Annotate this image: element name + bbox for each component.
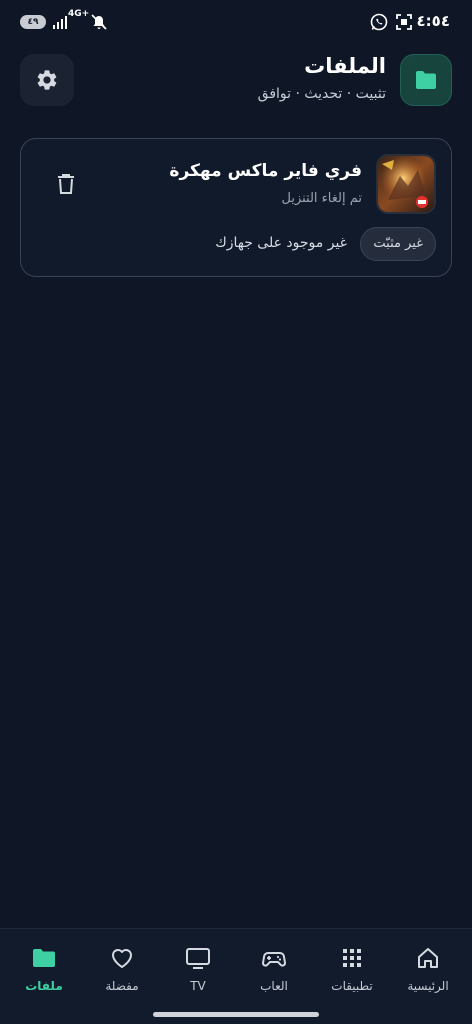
nav-item-apps[interactable]: تطبيقات (314, 943, 390, 1009)
signal-icon (53, 16, 67, 29)
gamepad-icon (262, 952, 286, 967)
tv-icon (186, 948, 210, 969)
nav-label-files: ملفات (25, 979, 63, 993)
nav-item-files[interactable]: ملفات (6, 943, 82, 1009)
nav-label-favorites: مفضلة (105, 979, 139, 993)
trash-icon (58, 174, 74, 194)
grid-icon (343, 949, 361, 967)
nav-label-tv: TV (190, 979, 206, 993)
gear-icon (37, 70, 57, 90)
device-status-note: غير موجود على جهازك (215, 235, 347, 251)
home-icon (418, 948, 438, 968)
app-icon (376, 154, 436, 214)
game-thumbnail-image (378, 156, 434, 212)
whatsapp-icon (370, 13, 388, 31)
file-card[interactable]: فري فاير ماكس مهكرة تم إلغاء التنزيل غير… (20, 138, 452, 277)
download-status: تم إلغاء التنزيل (281, 191, 362, 206)
nav-item-home[interactable]: الرئيسية (390, 943, 466, 1009)
install-status-badge: غير مثبّت (360, 227, 436, 261)
nav-item-tv[interactable]: TV (160, 943, 236, 1009)
nav-item-favorites[interactable]: مفضلة (84, 943, 160, 1009)
mute-icon (91, 14, 107, 30)
status-time: ٤:٥٤ (416, 12, 450, 30)
files-header-icon (400, 54, 452, 106)
screenshot-icon (396, 14, 412, 30)
folder-icon (416, 71, 436, 89)
nav-label-home: الرئيسية (407, 979, 449, 993)
folder-icon (33, 949, 55, 967)
nav-label-apps: تطبيقات (331, 979, 373, 993)
nav-item-games[interactable]: العاب (236, 943, 312, 1009)
battery-indicator: ٤٩ (20, 15, 46, 29)
file-title: فري فاير ماكس مهكرة (169, 161, 362, 181)
delete-button[interactable] (51, 169, 81, 199)
page-subtitle: تثبيت · تحديث · توافق (257, 86, 386, 102)
page-title: الملفات (304, 54, 386, 78)
home-indicator[interactable] (153, 1012, 319, 1017)
network-type: 4G+ (68, 9, 90, 19)
heart-icon (112, 949, 132, 968)
settings-button[interactable] (20, 54, 74, 106)
nav-label-games: العاب (260, 979, 288, 993)
status-bar: ٤:٥٤ ٤٩ 4G+ (0, 0, 472, 44)
bottom-navigation: الرئيسية تطبيقات العاب TV مفضلة ملفات (0, 928, 472, 1024)
